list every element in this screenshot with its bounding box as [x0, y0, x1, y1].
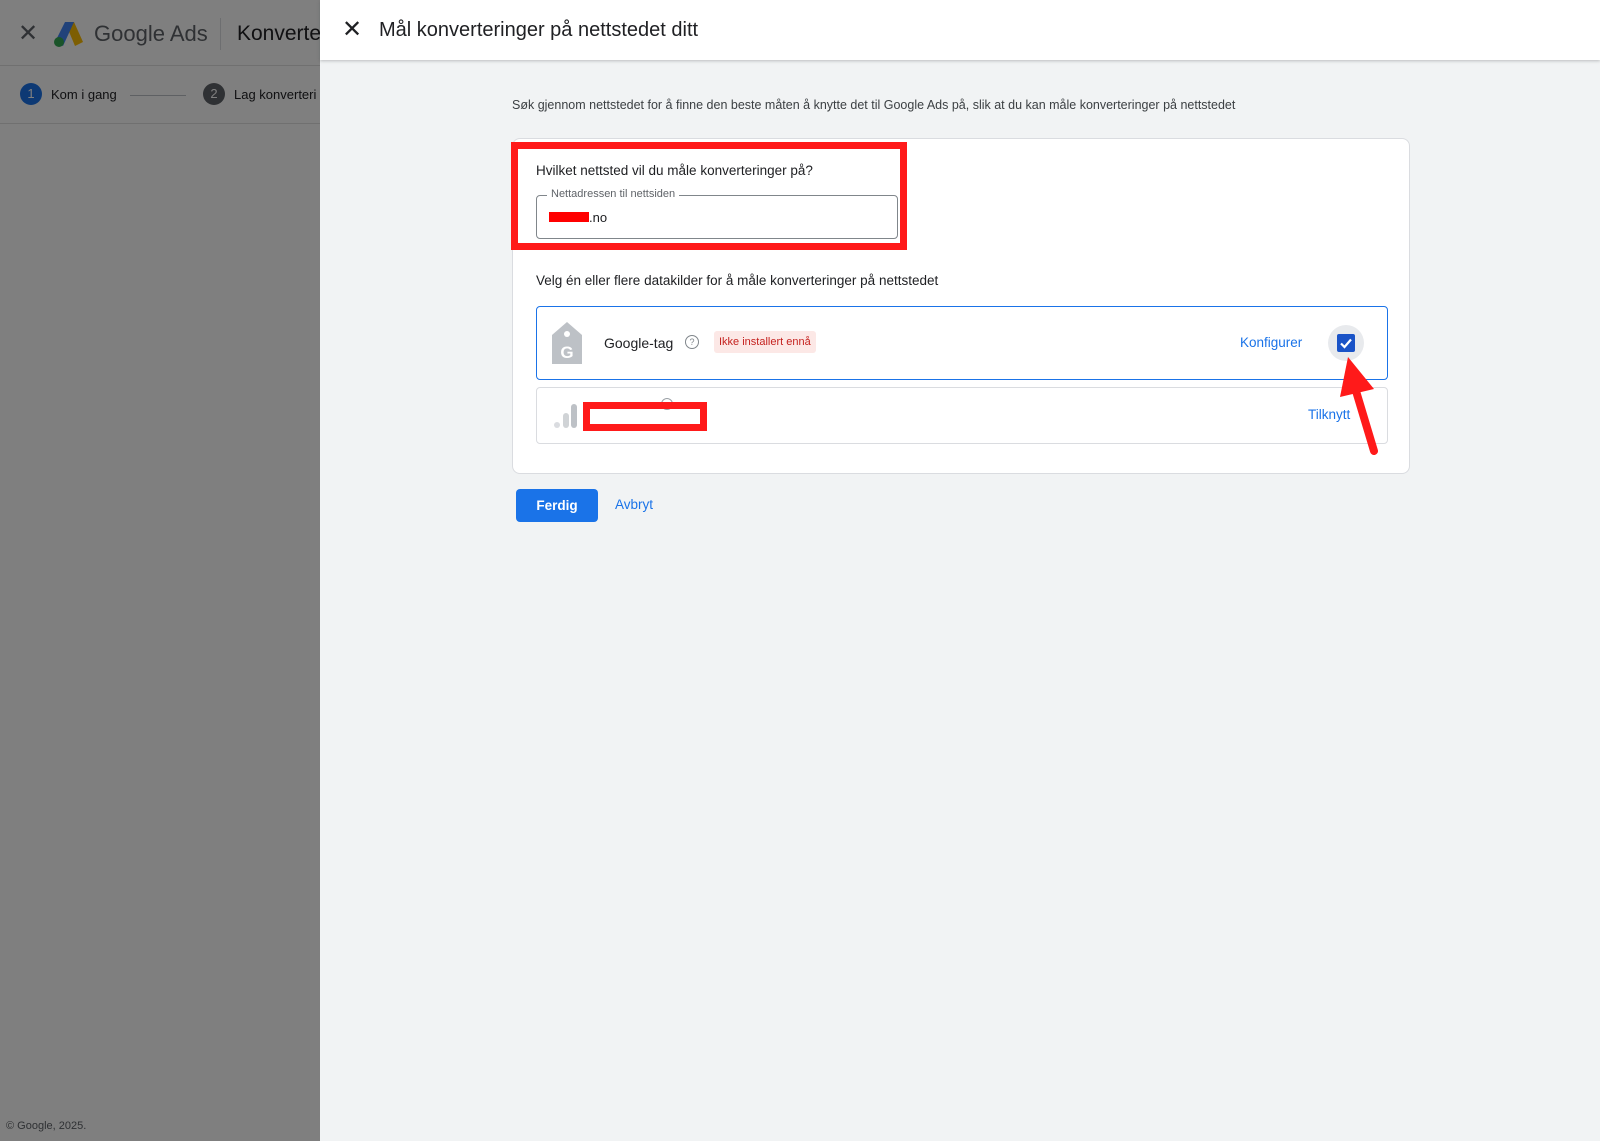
google-tag-icon: G	[552, 322, 582, 364]
panel-header: ✕ Mål konverteringer på nettstedet ditt	[320, 0, 1600, 60]
panel-title: Mål konverteringer på nettstedet ditt	[379, 19, 699, 41]
analytics-icon	[554, 404, 577, 428]
annotation-highlight-box	[511, 142, 907, 250]
help-icon[interactable]: ?	[685, 335, 699, 349]
close-icon[interactable]: ✕	[338, 16, 366, 44]
source-row-google-tag[interactable]: G Google-tag ? Ikke installert ennå Konf…	[536, 306, 1388, 380]
configure-link[interactable]: Konfigurer	[1240, 335, 1302, 350]
done-button[interactable]: Ferdig	[516, 489, 598, 522]
cancel-button[interactable]: Avbryt	[615, 497, 653, 512]
annotation-highlight-box	[583, 402, 707, 431]
intro-text: Søk gjennom nettstedet for å finne den b…	[512, 98, 1236, 112]
annotation-arrow-icon	[1340, 357, 1378, 455]
status-badge: Ikke installert ennå	[714, 331, 816, 353]
check-icon	[1340, 338, 1352, 349]
data-sources-label: Velg én eller flere datakilder for å mål…	[536, 273, 939, 288]
google-tag-checkbox[interactable]	[1337, 334, 1355, 352]
svg-text:G: G	[560, 343, 573, 362]
source-name: Google-tag	[604, 335, 674, 351]
